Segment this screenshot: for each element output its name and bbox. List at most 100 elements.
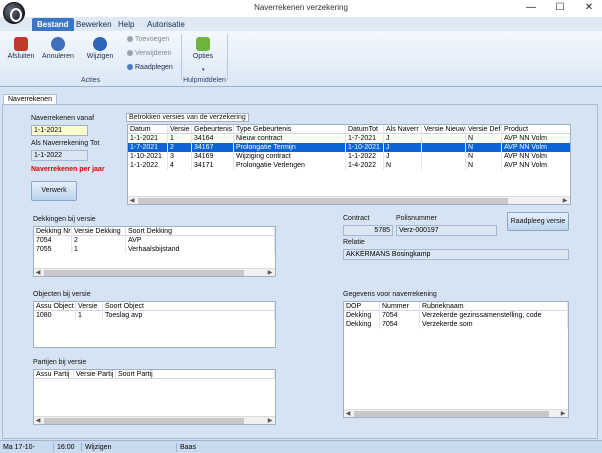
table-row[interactable]: 1-7-2021 2 34167 Prolongatie Termijn 1-10-20…: [128, 143, 570, 152]
gegevens-hscrollbar[interactable]: ◀ ▶: [344, 409, 568, 417]
scroll-left-icon[interactable]: ◀: [34, 269, 42, 276]
table-row[interactable]: 7055 1 Verhaalsbijstand: [34, 245, 275, 254]
dekkingen-header-row: Dekking Nr Versie Dekking Soort Dekking: [34, 227, 275, 236]
tab-bestand[interactable]: Bestand: [32, 18, 74, 31]
close-button[interactable]: ✕: [578, 0, 600, 16]
table-cell: 1-7-2021: [346, 134, 384, 143]
column-header[interactable]: Assu Object: [34, 302, 76, 311]
gegevens-grid: DOP Nummer Rubrieknaam Dekking 7054 Verzek…: [343, 301, 569, 418]
table-cell: Verzekerde gezinssamenstelling, code: [420, 311, 568, 320]
versies-hscrollbar[interactable]: ◀ ▶: [128, 196, 570, 204]
table-cell: 1: [168, 134, 192, 143]
table-row[interactable]: 1080 1 Toeslag avp: [34, 311, 275, 320]
table-cell: 34167: [192, 143, 234, 152]
column-header[interactable]: Nummer: [380, 302, 420, 311]
ribbon-separator: [227, 34, 228, 80]
column-header[interactable]: Versie: [168, 125, 192, 134]
objecten-rows: 1080 1 Toeslag avp: [34, 311, 275, 320]
partijen-hscrollbar[interactable]: ◀ ▶: [34, 416, 275, 424]
table-cell: AVP: [126, 236, 275, 245]
table-row[interactable]: Dekking 7054 Verzekerde som: [344, 320, 568, 329]
tab-autorisatie[interactable]: Autorisatie: [142, 18, 190, 31]
scroll-left-icon[interactable]: ◀: [344, 410, 352, 417]
objecten-header-row: Assu Object Versie Soort Object: [34, 302, 275, 311]
toevoegen-button[interactable]: Toevoegen: [127, 36, 169, 46]
column-header[interactable]: Dekking Nr: [34, 227, 72, 236]
opties-button[interactable]: Opties ▾: [186, 35, 220, 73]
table-row[interactable]: Dekking 7054 Verzekerde gezinssamenstellin…: [344, 311, 568, 320]
polisnummer-input[interactable]: Verz-000197: [396, 225, 497, 236]
table-cell: 7054: [380, 311, 420, 320]
scroll-left-icon[interactable]: ◀: [34, 417, 42, 424]
table-row[interactable]: 1-1-2022 4 34171 Prolongatie Verlengen 1-4-2…: [128, 161, 570, 170]
column-header[interactable]: DOP: [344, 302, 380, 311]
view-icon: [127, 64, 133, 70]
scroll-thumb[interactable]: [44, 270, 244, 276]
column-header[interactable]: Assu Partij: [34, 370, 74, 379]
verwijderen-button[interactable]: Verwijderen: [127, 50, 172, 60]
column-header[interactable]: Rubrieknaam: [420, 302, 568, 311]
table-cell: Dekking: [344, 311, 380, 320]
table-cell: 34169: [192, 152, 234, 161]
column-header[interactable]: Versie Nieuw: [422, 125, 466, 134]
tab-help[interactable]: Help: [113, 18, 139, 31]
afsluiten-button[interactable]: Afsluiten: [4, 35, 38, 71]
scroll-left-icon[interactable]: ◀: [128, 197, 136, 204]
tab-bewerken[interactable]: Bewerken: [71, 18, 117, 31]
table-row[interactable]: 7054 2 AVP: [34, 236, 275, 245]
table-cell: 1-1-2022: [346, 152, 384, 161]
verwerk-button[interactable]: Verwerk: [31, 181, 77, 201]
table-cell: Verzekerde som: [420, 320, 568, 329]
maximize-button[interactable]: ☐: [549, 0, 571, 16]
minimize-button[interactable]: —: [520, 0, 542, 16]
table-cell: AVP NN Volm: [502, 143, 570, 152]
table-cell: 7054: [380, 320, 420, 329]
dekkingen-rows: 7054 2 AVP 7055 1 Verhaalsbijstand: [34, 236, 275, 254]
relatie-input[interactable]: AKKERMANS Bosingkamp: [343, 249, 569, 260]
scroll-thumb[interactable]: [138, 198, 508, 204]
table-cell: Prolongatie Verlengen: [234, 161, 346, 170]
objecten-grid: Assu Object Versie Soort Object 1080 1 Toe…: [33, 301, 276, 348]
dekkingen-hscrollbar[interactable]: ◀ ▶: [34, 268, 275, 276]
afsluiten-label: Afsluiten: [7, 53, 35, 60]
status-bar: Ma 17-10-2022 16:00 Wijzigen Baas: [0, 440, 602, 453]
column-header[interactable]: Gebeurtenis: [192, 125, 234, 134]
scroll-right-icon[interactable]: ▶: [266, 417, 274, 424]
scroll-thumb[interactable]: [354, 411, 549, 417]
column-header[interactable]: Versie Dekking: [72, 227, 126, 236]
objecten-title: Objecten bij versie: [33, 291, 91, 298]
column-header[interactable]: Datum: [128, 125, 168, 134]
scroll-right-icon[interactable]: ▶: [266, 269, 274, 276]
table-cell: Nieuw contract: [234, 134, 346, 143]
vanaf-input[interactable]: 1-1-2021: [31, 125, 88, 136]
tot-input[interactable]: 1-1-2022: [31, 150, 88, 161]
table-row[interactable]: 1-1-2021 1 34164 Nieuw contract 1-7-2021 J N AV…: [128, 134, 570, 143]
scroll-right-icon[interactable]: ▶: [559, 410, 567, 417]
contract-input[interactable]: 5785: [343, 225, 393, 236]
table-cell: Prolongatie Termijn: [234, 143, 346, 152]
column-header[interactable]: Product: [502, 125, 570, 134]
column-header[interactable]: Als Naverr: [384, 125, 422, 134]
column-header[interactable]: Versie Partij: [74, 370, 116, 379]
add-icon: [127, 36, 133, 42]
annuleren-button[interactable]: Annuleren: [41, 35, 75, 71]
table-row[interactable]: 1-10-2021 3 34169 Wijziging contract 1-1-202…: [128, 152, 570, 161]
wijzigen-button[interactable]: Wijzigen: [83, 35, 117, 71]
app-menu-orb-icon[interactable]: [3, 2, 25, 24]
scroll-thumb[interactable]: [44, 418, 244, 424]
scroll-right-icon[interactable]: ▶: [561, 197, 569, 204]
column-header[interactable]: Type Gebeurtenis: [234, 125, 346, 134]
table-cell: Wijziging contract: [234, 152, 346, 161]
table-cell: 7054: [34, 236, 72, 245]
raadpleeg-versie-button[interactable]: Raadpleeg versie: [507, 212, 569, 231]
raadplegen-button[interactable]: Raadplegen: [127, 64, 173, 74]
options-blocks-icon: [196, 37, 210, 51]
column-header[interactable]: Versie: [76, 302, 103, 311]
table-cell: [422, 161, 466, 170]
column-header[interactable]: Soort Partij: [116, 370, 275, 379]
column-header[interactable]: Soort Dekking: [126, 227, 275, 236]
column-header[interactable]: Soort Object: [103, 302, 275, 311]
column-header[interactable]: Versie Def: [466, 125, 502, 134]
column-header[interactable]: DatumTot: [346, 125, 384, 134]
table-cell: [422, 134, 466, 143]
